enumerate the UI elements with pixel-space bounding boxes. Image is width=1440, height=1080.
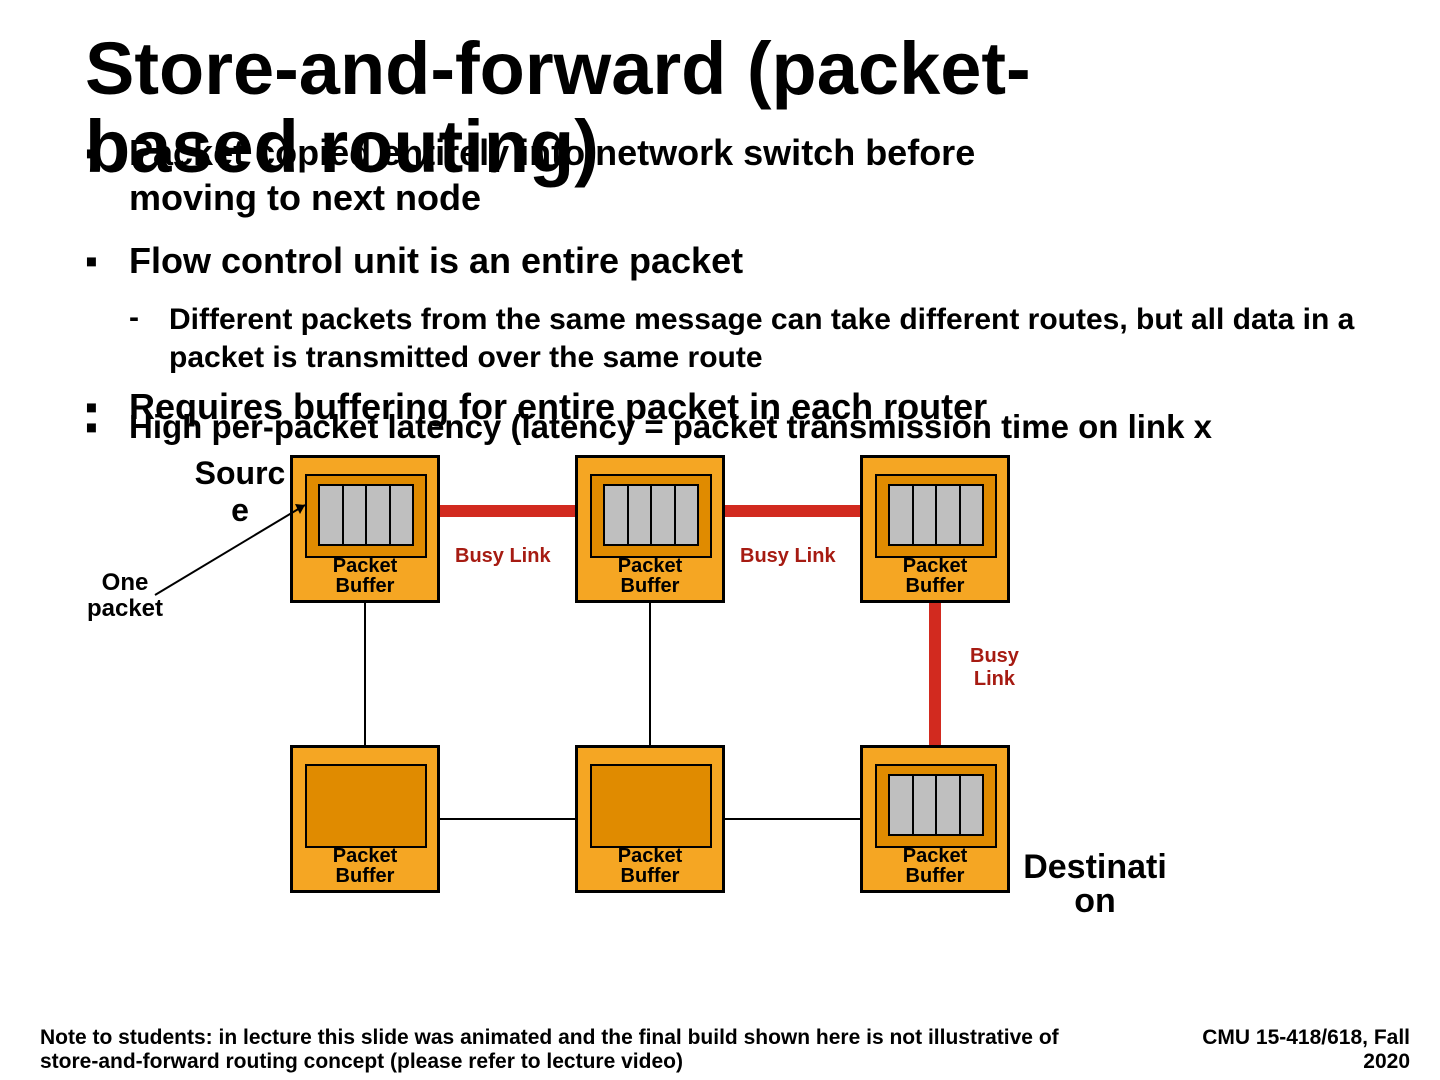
node-label: Packet Buffer xyxy=(863,846,1007,886)
bullet-list: Packet copied entirely into network swit… xyxy=(85,130,1405,444)
busy-link-1-label: Busy Link xyxy=(455,545,551,568)
node-label: Packet Buffer xyxy=(293,846,437,886)
footer-course: CMU 15-418/618, Fall 2020 xyxy=(1150,1026,1410,1074)
title-line-1: Store-and-forward (packet- xyxy=(85,27,1031,110)
busy-link-3 xyxy=(929,603,941,745)
node-inner xyxy=(590,764,712,848)
idle-link-v1 xyxy=(364,603,366,745)
overlapping-bullets: ▪ ▪ Requires buffering for entire packet… xyxy=(85,394,1405,444)
idle-link-h1 xyxy=(440,818,575,820)
bullet-2-sub: Different packets from the same message … xyxy=(85,301,1405,376)
bullet-marker-icon: ▪ xyxy=(85,404,98,449)
bullet-2-text: Flow control unit is an entire packet xyxy=(129,240,743,281)
bullet-2: Flow control unit is an entire packet xyxy=(85,238,1405,283)
busy-link-1 xyxy=(440,505,575,517)
router-node-3: Packet Buffer xyxy=(860,455,1010,603)
bullet-1-line-a: Packet copied entirely into network swit… xyxy=(129,132,975,173)
router-node-5: Packet Buffer xyxy=(575,745,725,893)
bullet-1-line-b: moving to next node xyxy=(129,177,481,218)
arrow-icon xyxy=(150,490,320,600)
node-inner xyxy=(305,764,427,848)
packet-grid-icon xyxy=(603,484,699,546)
routing-diagram: Busy Link Busy Link Busy Link Packet Buf… xyxy=(80,455,1080,955)
busy-link-3-label: Busy Link xyxy=(970,645,1019,691)
router-node-2: Packet Buffer xyxy=(575,455,725,603)
bullet-2-sub-text: Different packets from the same message … xyxy=(169,303,1354,374)
packet-grid-icon xyxy=(888,484,984,546)
destination-label: Destinati on xyxy=(1010,850,1180,918)
busy-link-2 xyxy=(725,505,860,517)
busy-link-2-label: Busy Link xyxy=(740,545,836,568)
node-label: Packet Buffer xyxy=(578,846,722,886)
router-node-4: Packet Buffer xyxy=(290,745,440,893)
footer-note: Note to students: in lecture this slide … xyxy=(40,1026,1070,1074)
idle-link-h2 xyxy=(725,818,860,820)
node-label: Packet Buffer xyxy=(863,556,1007,596)
node-label: Packet Buffer xyxy=(578,556,722,596)
idle-link-v2 xyxy=(649,603,651,745)
packet-grid-icon xyxy=(318,484,414,546)
bullet-1: Packet copied entirely into network swit… xyxy=(85,130,1405,220)
router-node-6: Packet Buffer xyxy=(860,745,1010,893)
bullet-4-text: High per-packet latency (latency = packe… xyxy=(129,406,1212,447)
packet-grid-icon xyxy=(888,774,984,836)
